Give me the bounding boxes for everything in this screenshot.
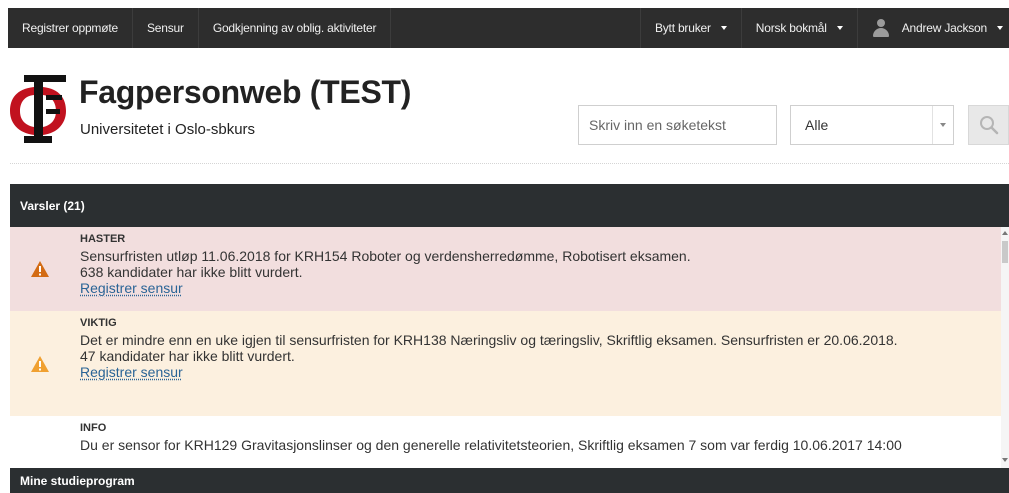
study-programs-panel-header[interactable]: Mine studieprogram bbox=[10, 468, 1009, 493]
alert-text: Sensurfristen utløp 11.06.2018 for KRH15… bbox=[80, 248, 691, 264]
chevron-down-icon bbox=[932, 106, 953, 144]
alert-icon-cell bbox=[10, 311, 69, 416]
scroll-down-icon[interactable] bbox=[1002, 458, 1008, 462]
header-divider bbox=[10, 163, 1009, 164]
search-input[interactable] bbox=[578, 105, 777, 145]
search-scope-value: Alle bbox=[805, 117, 829, 133]
alert-text: Du er sensor for KRH129 Gravitasjonslins… bbox=[80, 437, 902, 453]
scroll-up-icon[interactable] bbox=[1002, 231, 1008, 235]
alerts-panel-header: Varsler (21) bbox=[10, 184, 1009, 227]
alert-text: 47 kandidater har ikke blitt vurdert. bbox=[80, 348, 295, 364]
chevron-down-icon bbox=[836, 26, 843, 30]
alert-content: VIKTIG Det er mindre enn en uke igjen ti… bbox=[80, 317, 993, 380]
warning-icon bbox=[30, 355, 49, 372]
university-logo bbox=[10, 75, 66, 143]
alert-label: VIKTIG bbox=[80, 317, 117, 329]
alert-item-info: INFO Du er sensor for KRH129 Gravitasjon… bbox=[10, 416, 1001, 468]
alert-content: INFO Du er sensor for KRH129 Gravitasjon… bbox=[80, 422, 993, 453]
alert-item-urgent: HASTER Sensurfristen utløp 11.06.2018 fo… bbox=[10, 227, 1001, 312]
chevron-down-icon bbox=[997, 26, 1003, 30]
alert-text: 638 kandidater har ikke blitt vurdert. bbox=[80, 264, 303, 280]
search-button[interactable] bbox=[968, 105, 1009, 145]
search-icon bbox=[979, 116, 998, 135]
user-name: Andrew Jackson bbox=[901, 21, 987, 35]
alert-icon-cell bbox=[10, 416, 69, 468]
warning-icon bbox=[30, 261, 49, 277]
alert-content: HASTER Sensurfristen utløp 11.06.2018 fo… bbox=[80, 233, 993, 296]
register-grade-link[interactable]: Registrer sensur bbox=[80, 364, 993, 380]
alert-text: Det er mindre enn en uke igjen til sensu… bbox=[80, 332, 898, 348]
site-title: Fagpersonweb (TEST) bbox=[79, 74, 412, 110]
nav-godkjenning[interactable]: Godkjenning av oblig. aktiviteter bbox=[199, 8, 392, 48]
alerts-list: HASTER Sensurfristen utløp 11.06.2018 fo… bbox=[10, 227, 1009, 468]
user-icon bbox=[872, 19, 890, 37]
alert-label: INFO bbox=[80, 422, 107, 434]
top-navigation: Registrer oppmøte Sensur Godkjenning av … bbox=[8, 8, 1009, 48]
scroll-thumb[interactable] bbox=[1002, 241, 1008, 263]
language-label: Norsk bokmål bbox=[755, 21, 827, 35]
alert-label: HASTER bbox=[80, 233, 126, 245]
alert-icon-cell bbox=[10, 227, 69, 311]
switch-user-label: Bytt bruker bbox=[654, 21, 711, 35]
alerts-scrollbar[interactable] bbox=[1001, 227, 1009, 468]
chevron-down-icon bbox=[720, 26, 727, 30]
alerts-panel-title: Varsler (21) bbox=[20, 198, 85, 213]
switch-user-menu[interactable]: Bytt bruker bbox=[641, 8, 742, 48]
nav-spacer bbox=[391, 8, 641, 48]
alert-item-important: VIKTIG Det er mindre enn en uke igjen ti… bbox=[10, 311, 1001, 417]
user-menu[interactable]: Andrew Jackson bbox=[858, 8, 1009, 48]
search-scope-select[interactable]: Alle bbox=[790, 105, 954, 145]
study-programs-title: Mine studieprogram bbox=[20, 473, 135, 488]
nav-sensur[interactable]: Sensur bbox=[133, 8, 199, 48]
language-menu[interactable]: Norsk bokmål bbox=[742, 8, 858, 48]
nav-registrer-oppmote[interactable]: Registrer oppmøte bbox=[8, 8, 133, 48]
site-subtitle: Universitetet i Oslo-sbkurs bbox=[80, 121, 256, 138]
register-grade-link[interactable]: Registrer sensur bbox=[80, 280, 993, 296]
